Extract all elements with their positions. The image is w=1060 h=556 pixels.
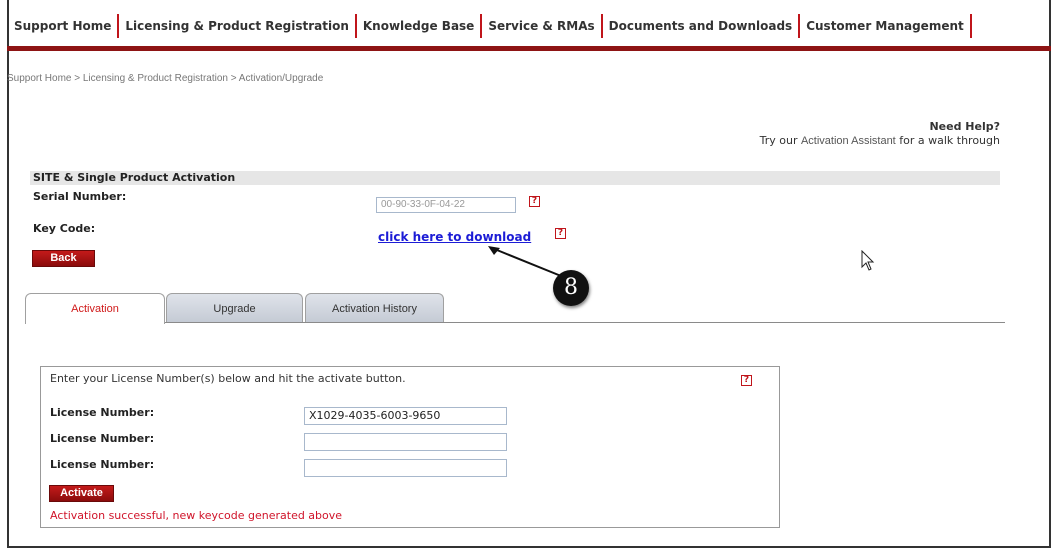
tab-activation-history[interactable]: Activation History [305,293,444,323]
nav-licensing[interactable]: Licensing & Product Registration [119,14,357,38]
tab-underline [25,322,1005,323]
mouse-pointer-icon [861,250,875,271]
license-number-label: License Number: [50,406,155,419]
nav-documents-downloads[interactable]: Documents and Downloads [603,14,801,38]
breadcrumb: Support Home > Licensing & Product Regis… [7,73,324,84]
callout-number-badge: 8 [553,270,589,306]
help-text: Try our Activation Assistant for a walk … [760,134,1000,148]
activation-success-message: Activation successful, new keycode gener… [50,509,343,522]
license-number-label: License Number: [50,458,155,471]
nav-support-home[interactable]: Support Home [14,14,120,38]
section-title: SITE & Single Product Activation [33,171,236,184]
serial-number-field: 00-90-33-0F-04-22 [376,197,516,213]
help-panel: Need Help? Try our Activation Assistant … [760,120,1000,148]
back-button[interactable]: Back [32,250,95,267]
key-code-label: Key Code: [33,222,96,235]
nav-customer-management[interactable]: Customer Management [800,14,972,38]
keycode-help-icon[interactable]: ? [555,228,566,239]
license-instructions: Enter your License Number(s) below and h… [50,372,406,385]
nav-knowledge-base[interactable]: Knowledge Base [357,14,483,38]
license-number-label: License Number: [50,432,155,445]
license-number-input-3[interactable] [304,459,507,477]
help-suffix: for a walk through [895,134,1000,147]
top-nav: Support Home Licensing & Product Registr… [14,14,972,38]
nav-service-rmas[interactable]: Service & RMAs [482,14,603,38]
activate-button[interactable]: Activate [49,485,114,502]
license-number-input-2[interactable] [304,433,507,451]
help-prefix: Try our [759,134,801,147]
tab-activation[interactable]: Activation [25,293,165,324]
help-title: Need Help? [929,120,1000,133]
license-help-icon[interactable]: ? [741,375,752,386]
license-number-input-1[interactable]: X1029-4035-6003-9650 [304,407,507,425]
tab-upgrade[interactable]: Upgrade [166,293,303,323]
serial-number-label: Serial Number: [33,190,127,203]
activation-assistant-link[interactable]: Activation Assistant [801,135,896,147]
header-divider [7,46,1051,51]
serial-help-icon[interactable]: ? [529,196,540,207]
